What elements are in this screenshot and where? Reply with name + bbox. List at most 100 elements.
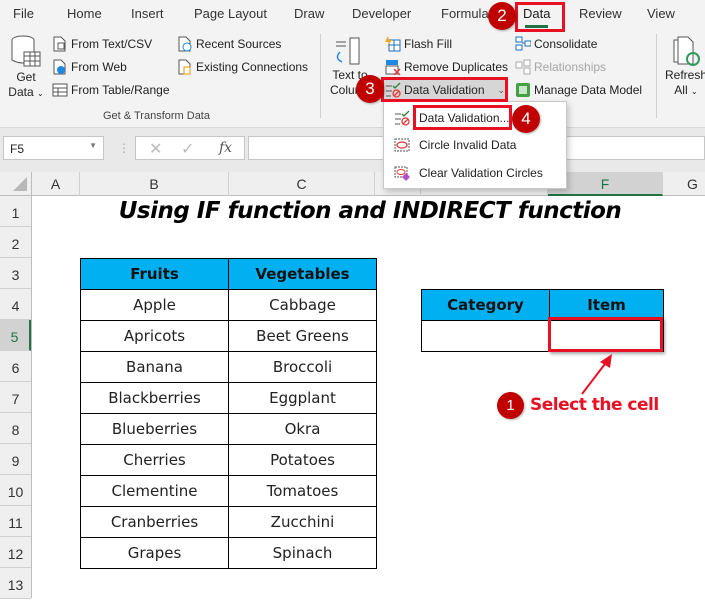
vegetable-cell[interactable]: Tomatoes: [228, 475, 377, 507]
table-row: Apricots Beet Greens: [80, 320, 377, 352]
row-header[interactable]: 4: [0, 289, 31, 320]
highlight-data-tab: [515, 2, 565, 32]
row-headers: 1 2 3 4 5 6 7 8 9 10 11 12 13: [0, 196, 32, 599]
from-table-range-button[interactable]: From Table/Range: [52, 80, 170, 100]
existing-connections-button[interactable]: Existing Connections: [177, 57, 308, 77]
row-header[interactable]: 8: [0, 413, 31, 444]
vegetable-cell[interactable]: Spinach: [228, 537, 377, 569]
tab-review[interactable]: Review: [579, 6, 622, 21]
column-header-a[interactable]: A: [32, 172, 80, 196]
annotation-arrow-icon: [581, 354, 612, 395]
vegetable-cell[interactable]: Eggplant: [228, 382, 377, 414]
ribbon: Get Data ⌄ From Text/CSV From Web From T…: [0, 30, 705, 128]
column-headers: A B C D E F G: [0, 172, 705, 196]
refresh-icon: [673, 36, 700, 66]
row-header[interactable]: 11: [0, 506, 31, 537]
row-header[interactable]: 10: [0, 475, 31, 506]
chevron-down-icon: ⌄: [37, 89, 44, 98]
text-file-icon: [52, 36, 68, 52]
menu-item-clear-validation-circles[interactable]: Clear Validation Circles: [384, 160, 566, 186]
name-box[interactable]: F5 ▼: [3, 136, 104, 160]
cancel-icon[interactable]: ✕: [149, 139, 162, 159]
remove-duplicates-button[interactable]: Remove Duplicates: [385, 57, 508, 77]
vegetable-cell[interactable]: Okra: [228, 413, 377, 445]
tab-view[interactable]: View: [647, 6, 675, 21]
tab-home[interactable]: Home: [67, 6, 102, 21]
relationships-button[interactable]: Relationships: [515, 57, 606, 77]
row-header[interactable]: 12: [0, 537, 31, 568]
tab-formulas[interactable]: Formulas: [441, 6, 495, 21]
step-badge-4: 4: [512, 105, 540, 133]
fruit-cell[interactable]: Blackberries: [80, 382, 229, 414]
column-header-c[interactable]: C: [229, 172, 375, 196]
enter-check-icon[interactable]: ✓: [181, 139, 194, 159]
fruit-cell[interactable]: Grapes: [80, 537, 229, 569]
sheet-title[interactable]: Using IF function and INDIRECT function: [80, 196, 660, 227]
row-header[interactable]: 3: [0, 258, 31, 289]
recent-sources-label: Recent Sources: [196, 37, 282, 51]
tab-developer[interactable]: Developer: [352, 6, 411, 21]
get-data-label-line1: Get: [16, 70, 36, 84]
vegetable-cell[interactable]: Zucchini: [228, 506, 377, 538]
from-web-button[interactable]: From Web: [52, 57, 127, 77]
step-badge-1: 1: [497, 392, 524, 419]
table-row: Cranberries Zucchini: [80, 506, 377, 538]
formula-buttons: ✕ ✓ fx: [135, 136, 245, 160]
table-row: Grapes Spinach: [80, 537, 377, 569]
get-data-label-text: Data: [8, 85, 34, 99]
row-header[interactable]: 7: [0, 382, 31, 413]
row-header[interactable]: 5: [0, 320, 31, 351]
header-vegetables[interactable]: Vegetables: [228, 258, 377, 290]
tab-file[interactable]: File: [13, 6, 34, 21]
table-row: Clementine Tomatoes: [80, 475, 377, 507]
header-category[interactable]: Category: [421, 289, 550, 321]
fruit-cell[interactable]: Banana: [80, 351, 229, 383]
fruit-cell[interactable]: Blueberries: [80, 413, 229, 445]
name-box-dropdown-icon[interactable]: ▼: [89, 141, 97, 150]
refresh-all-text: All: [674, 83, 688, 97]
refresh-all-button[interactable]: Refresh All ⌄: [664, 36, 705, 99]
tab-draw[interactable]: Draw: [294, 6, 324, 21]
refresh-all-line2: All ⌄: [664, 83, 705, 99]
row-header[interactable]: 1: [0, 196, 31, 227]
menu-item-circle-invalid-data[interactable]: Circle Invalid Data: [384, 132, 566, 158]
vegetable-cell[interactable]: Beet Greens: [228, 320, 377, 352]
from-text-csv-button[interactable]: From Text/CSV: [52, 34, 152, 54]
fruit-cell[interactable]: Clementine: [80, 475, 229, 507]
highlight-data-validation-menu-item: [413, 105, 512, 130]
get-data-button[interactable]: Get Data ⌄: [6, 34, 46, 101]
recent-sources-button[interactable]: Recent Sources: [177, 34, 281, 54]
tab-insert[interactable]: Insert: [131, 6, 164, 21]
tab-page-layout[interactable]: Page Layout: [194, 6, 267, 21]
consolidate-button[interactable]: Consolidate: [515, 34, 597, 54]
vegetable-cell[interactable]: Potatoes: [228, 444, 377, 476]
web-file-icon: [52, 59, 68, 75]
row-header[interactable]: 2: [0, 227, 31, 258]
group-separator: [320, 34, 321, 118]
select-all-button[interactable]: [0, 172, 32, 196]
category-cell[interactable]: [421, 320, 550, 352]
formula-bar-grip-icon[interactable]: ⋮: [118, 141, 130, 155]
fruit-cell[interactable]: Apricots: [80, 320, 229, 352]
vegetable-cell[interactable]: Broccoli: [228, 351, 377, 383]
row-header[interactable]: 9: [0, 444, 31, 475]
flash-fill-button[interactable]: Flash Fill: [385, 34, 452, 54]
group-separator: [656, 34, 657, 118]
row-header[interactable]: 6: [0, 351, 31, 382]
highlight-selected-cell: [548, 317, 663, 352]
vegetable-cell[interactable]: Cabbage: [228, 289, 377, 321]
fruit-cell[interactable]: Cranberries: [80, 506, 229, 538]
column-header-b[interactable]: B: [80, 172, 229, 196]
existing-connections-label: Existing Connections: [196, 60, 309, 74]
fruit-cell[interactable]: Apple: [80, 289, 229, 321]
row-header[interactable]: 13: [0, 568, 31, 599]
fruit-cell[interactable]: Cherries: [80, 444, 229, 476]
manage-data-model-button[interactable]: Manage Data Model: [515, 80, 642, 100]
data-validation-icon: [394, 110, 410, 126]
column-header-g[interactable]: G: [663, 172, 705, 196]
header-fruits[interactable]: Fruits: [80, 258, 229, 290]
header-item[interactable]: Item: [549, 289, 664, 321]
insert-function-icon[interactable]: fx: [219, 140, 232, 156]
group-label-get-transform: Get & Transform Data: [103, 110, 210, 122]
highlight-data-validation-button: [381, 77, 508, 102]
